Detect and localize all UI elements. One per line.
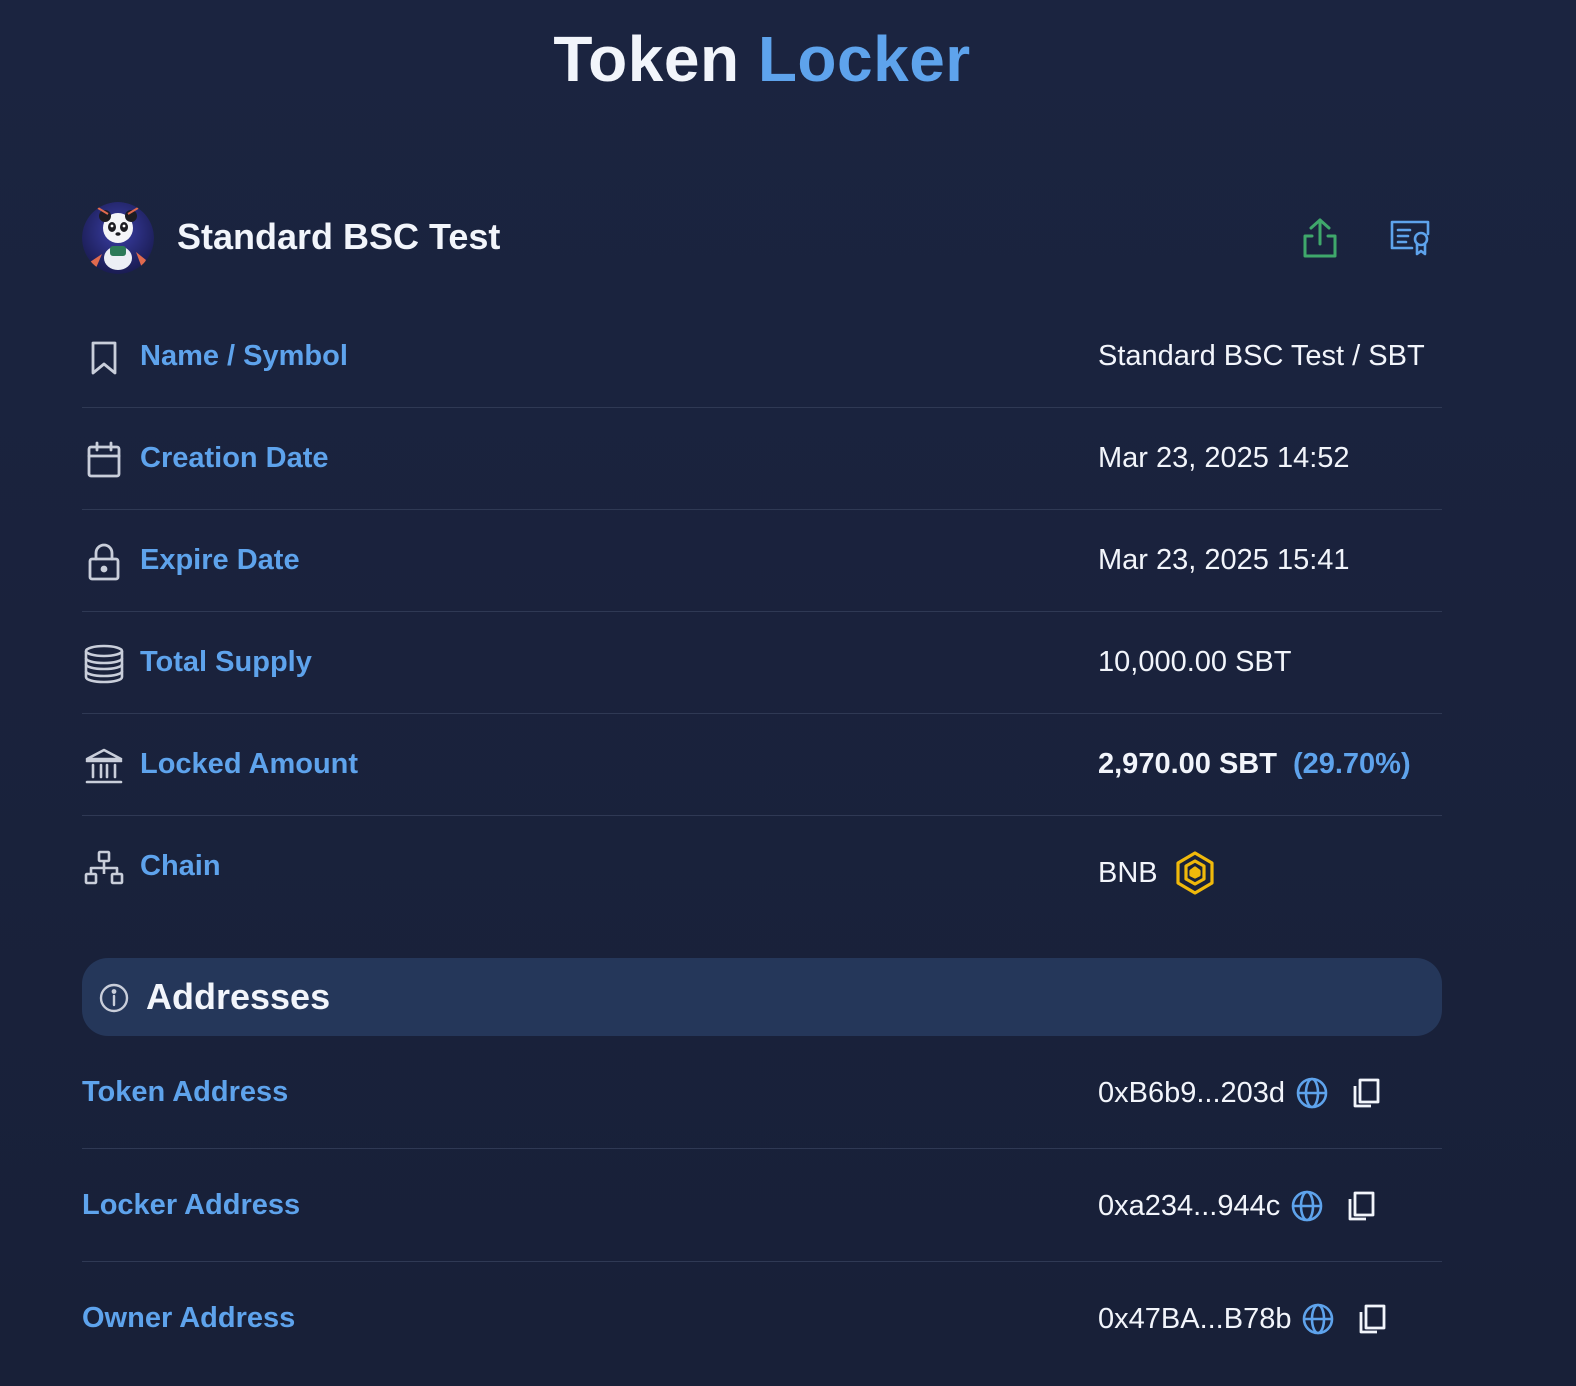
owner-address-value: 0x47BA...B78b: [1098, 1302, 1387, 1336]
detail-row-locked-amount: Locked Amount 2,970.00 SBT (29.70%): [82, 714, 1442, 816]
share-button[interactable]: [1292, 210, 1348, 266]
detail-row-chain: Chain BNB: [82, 816, 1442, 917]
detail-row-expire-date: Expire Date Mar 23, 2025 15:41: [82, 510, 1442, 612]
chain-value: BNB: [1098, 850, 1216, 896]
owner-address-label: Owner Address: [82, 1302, 296, 1334]
address-row-owner: Owner Address 0x47BA...B78b: [82, 1262, 1442, 1374]
detail-row-total-supply: Total Supply 10,000.00 SBT: [82, 612, 1442, 714]
globe-icon[interactable]: [1290, 1189, 1324, 1223]
token-header: Standard BSC Test: [82, 202, 1442, 274]
creation-date-value: Mar 23, 2025 14:52: [1098, 442, 1350, 474]
chain-name: BNB: [1098, 856, 1158, 889]
creation-date-label: Creation Date: [140, 442, 329, 474]
address-row-token: Token Address 0xB6b9...203d: [82, 1036, 1442, 1149]
copy-icon[interactable]: [1346, 1190, 1376, 1222]
locker-address-text: 0xa234...944c: [1098, 1189, 1281, 1222]
network-icon: [82, 848, 126, 888]
certificate-button[interactable]: [1382, 210, 1438, 266]
locked-amount-label: Locked Amount: [140, 748, 359, 780]
name-symbol-label: Name / Symbol: [140, 340, 348, 372]
locked-amount-percent: (29.70%): [1292, 748, 1411, 780]
token-address-value: 0xB6b9...203d: [1098, 1076, 1381, 1110]
coins-icon: [82, 644, 126, 684]
lock-icon: [82, 542, 126, 582]
chain-label: Chain: [140, 850, 221, 882]
detail-row-name-symbol: Name / Symbol Standard BSC Test / SBT: [82, 306, 1442, 408]
name-symbol-value: Standard BSC Test / SBT: [1098, 340, 1425, 372]
locked-amount-number: 2,970.00 SBT: [1098, 748, 1277, 780]
token-address-text: 0xB6b9...203d: [1098, 1076, 1286, 1109]
address-row-locker: Locker Address 0xa234...944c: [82, 1149, 1442, 1262]
page-title-main: Token: [553, 23, 740, 95]
copy-icon[interactable]: [1351, 1077, 1381, 1109]
token-name: Standard BSC Test: [177, 216, 501, 257]
share-icon: [1303, 218, 1337, 258]
locked-amount-value: 2,970.00 SBT (29.70%): [1098, 748, 1411, 781]
locker-address-label: Locker Address: [82, 1189, 301, 1221]
addresses-list: Token Address 0xB6b9...203d Locker Addre…: [82, 1036, 1442, 1374]
addresses-section-header: Addresses: [82, 958, 1442, 1036]
copy-icon[interactable]: [1357, 1303, 1387, 1335]
total-supply-label: Total Supply: [140, 646, 312, 678]
page-title: Token Locker: [0, 22, 1524, 96]
panda-avatar-icon: [82, 202, 154, 274]
total-supply-value: 10,000.00 SBT: [1098, 646, 1292, 678]
token-details: Name / Symbol Standard BSC Test / SBT Cr…: [82, 306, 1442, 917]
owner-address-text: 0x47BA...B78b: [1098, 1302, 1292, 1335]
bank-icon: [82, 746, 126, 786]
addresses-title: Addresses: [146, 976, 331, 1017]
globe-icon[interactable]: [1301, 1302, 1335, 1336]
globe-icon[interactable]: [1295, 1076, 1329, 1110]
calendar-icon: [82, 440, 126, 480]
locker-address-value: 0xa234...944c: [1098, 1189, 1376, 1223]
expire-date-label: Expire Date: [140, 544, 300, 576]
page-title-accent: Locker: [757, 23, 971, 95]
bnb-icon: [1174, 850, 1216, 896]
certificate-icon: [1390, 220, 1430, 256]
token-address-label: Token Address: [82, 1076, 289, 1108]
expire-date-value: Mar 23, 2025 15:41: [1098, 544, 1350, 576]
info-icon: [99, 983, 129, 1013]
detail-row-creation-date: Creation Date Mar 23, 2025 14:52: [82, 408, 1442, 510]
bookmark-icon: [82, 338, 126, 378]
